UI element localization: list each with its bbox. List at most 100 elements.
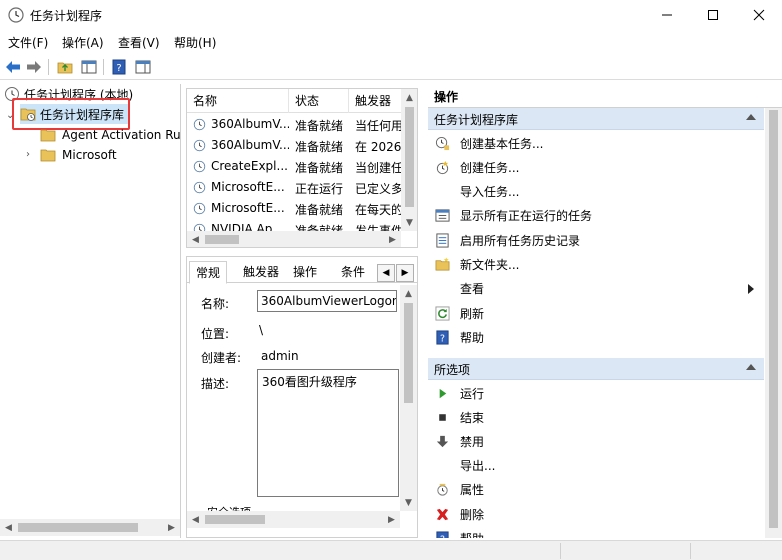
table-row[interactable]: MicrosoftE... 准备就绪 在每天的 — [187, 198, 401, 219]
details-hscrollbar[interactable]: ◀ ▶ — [187, 511, 400, 528]
tab-triggers[interactable]: 触发器 — [237, 263, 285, 283]
description-label: 描述: — [201, 377, 230, 391]
action-item-items2-4[interactable]: 属性 — [432, 479, 762, 501]
task-clock-icon — [193, 139, 206, 152]
table-row[interactable]: 360AlbumV... 准备就绪在 2026 — [187, 135, 401, 156]
action-item-items1-5[interactable]: 新文件夹... — [432, 254, 762, 276]
scroll-down-icon[interactable]: ▼ — [401, 214, 417, 231]
tree-hscrollbar[interactable]: ◀ ▶ — [0, 519, 180, 536]
close-button[interactable] — [736, 0, 782, 30]
panel-right-icon — [135, 60, 151, 74]
svg-text:?: ? — [440, 534, 445, 538]
expander-closed-icon[interactable]: › — [26, 149, 30, 160]
col-trigger[interactable]: 触发器 — [349, 89, 409, 113]
tab-conditions[interactable]: 条件 — [335, 263, 371, 283]
col-status[interactable]: 状态 — [289, 89, 349, 113]
actions-vscrollbar[interactable] — [765, 108, 782, 538]
arrow-right-icon — [27, 61, 41, 73]
description-field[interactable]: 360看图升级程序 — [257, 369, 399, 497]
menu-file[interactable]: 文件(F) — [8, 34, 48, 51]
action-item-items1-7[interactable]: 刷新 — [432, 302, 762, 324]
table-row[interactable]: MicrosoftE... 正在运行 已定义多 — [187, 177, 401, 198]
task-clock-icon — [193, 160, 206, 173]
toolbar: ? — [0, 54, 782, 80]
collapse-icon[interactable] — [746, 114, 756, 120]
table-row[interactable]: 360AlbumV... 准备就绪 当任何用 — [187, 114, 401, 135]
tab-next-icon[interactable]: ▶ — [396, 264, 414, 282]
action-item-items1-1[interactable]: 创建任务... — [432, 156, 762, 178]
cell-status: 准备就绪 — [295, 140, 344, 154]
close-icon — [753, 9, 765, 21]
new-folder-icon — [434, 257, 450, 273]
cell-name: 360AlbumV... — [211, 117, 289, 131]
action-item-items2-5[interactable]: 删除 — [432, 503, 762, 525]
action-item-items2-3[interactable]: 导出... — [432, 455, 762, 477]
scroll-up-icon[interactable]: ▲ — [400, 285, 417, 302]
scroll-right-icon[interactable]: ▶ — [384, 231, 401, 247]
back-button[interactable] — [4, 58, 22, 76]
section-selected[interactable]: 所选项 — [428, 358, 764, 380]
action-item-items1-4[interactable]: 启用所有任务历史记录 — [432, 229, 762, 251]
author-value: admin — [261, 349, 299, 363]
up-folder-button[interactable] — [56, 58, 74, 76]
scroll-left-icon[interactable]: ◀ — [187, 231, 204, 247]
scroll-thumb[interactable] — [405, 107, 414, 207]
action-label: 创建任务... — [460, 160, 520, 175]
action-item-items1-0[interactable]: 创建基本任务... — [432, 132, 762, 154]
tab-actions[interactable]: 操作 — [287, 263, 323, 283]
scroll-thumb[interactable] — [769, 110, 778, 528]
show-hide-tree-button[interactable] — [80, 58, 98, 76]
section-library-label: 任务计划程序库 — [434, 113, 519, 127]
tree-pane: 任务计划程序 (本地) ⌄ 任务计划程序库 Agent Activation R… — [0, 84, 181, 538]
scroll-down-icon[interactable]: ▼ — [400, 494, 417, 511]
task-list: 名称 状态 触发器 360AlbumV... 准备就绪 当任何用 360AlbumV.… — [186, 88, 418, 248]
tab-general[interactable]: 常规 — [189, 261, 228, 284]
blank-icon — [434, 184, 450, 200]
blank-icon — [434, 281, 450, 297]
table-row[interactable]: CreateExpl... 准备就绪 当创建任 — [187, 156, 401, 177]
scroll-left-icon[interactable]: ◀ — [0, 519, 17, 536]
menu-action[interactable]: 操作(A) — [62, 34, 104, 51]
action-item-items2-2[interactable]: 禁用 — [432, 430, 762, 452]
maximize-icon — [708, 10, 718, 20]
action-item-items1-6[interactable]: 查看 — [432, 278, 762, 300]
scroll-thumb[interactable] — [205, 515, 265, 524]
cell-trigger: 已定义多 — [355, 182, 401, 196]
scroll-thumb[interactable] — [18, 523, 138, 532]
tab-prev-icon[interactable]: ◀ — [377, 264, 395, 282]
maximize-button[interactable] — [690, 0, 736, 30]
tree-item-agent[interactable]: Agent Activation Ru — [40, 125, 180, 145]
list-vscrollbar[interactable]: ▲ ▼ — [401, 89, 417, 231]
scroll-up-icon[interactable]: ▲ — [401, 89, 417, 106]
action-label: 导入任务... — [460, 185, 520, 200]
action-item-items2-1[interactable]: 结束 — [432, 406, 762, 428]
action-item-items2-6[interactable]: ? 帮助 — [432, 527, 762, 538]
details-vscrollbar[interactable]: ▲ ▼ — [400, 285, 417, 511]
minimize-button[interactable] — [644, 0, 690, 30]
panel-icon — [81, 60, 97, 74]
col-name[interactable]: 名称 — [187, 89, 289, 113]
action-label: 导出... — [460, 459, 496, 474]
scroll-right-icon[interactable]: ▶ — [383, 511, 400, 528]
name-field[interactable]: 360AlbumViewerLogonU — [257, 290, 397, 312]
refresh-icon — [434, 305, 450, 321]
scroll-right-icon[interactable]: ▶ — [163, 519, 180, 536]
help-button[interactable]: ? — [110, 58, 128, 76]
scroll-left-icon[interactable]: ◀ — [187, 511, 204, 528]
section-library[interactable]: 任务计划程序库 — [428, 108, 764, 130]
menu-help[interactable]: 帮助(H) — [174, 34, 216, 51]
action-item-items2-0[interactable]: 运行 — [432, 382, 762, 404]
forward-button[interactable] — [25, 58, 43, 76]
collapse-icon[interactable] — [746, 364, 756, 370]
menu-view[interactable]: 查看(V) — [118, 34, 160, 51]
clock-add-icon — [434, 135, 450, 151]
action-item-items1-3[interactable]: 显示所有正在运行的任务 — [432, 205, 762, 227]
scroll-thumb[interactable] — [404, 303, 413, 403]
tree-item-microsoft[interactable]: Microsoft — [40, 145, 117, 165]
action-item-items1-2[interactable]: 导入任务... — [432, 181, 762, 203]
show-hide-action-pane-button[interactable] — [134, 58, 152, 76]
scroll-thumb[interactable] — [205, 235, 239, 244]
cell-trigger: 在 2026 — [355, 140, 401, 154]
action-item-items1-8[interactable]: ? 帮助 — [432, 326, 762, 348]
list-hscrollbar[interactable]: ◀ ▶ — [187, 231, 401, 247]
